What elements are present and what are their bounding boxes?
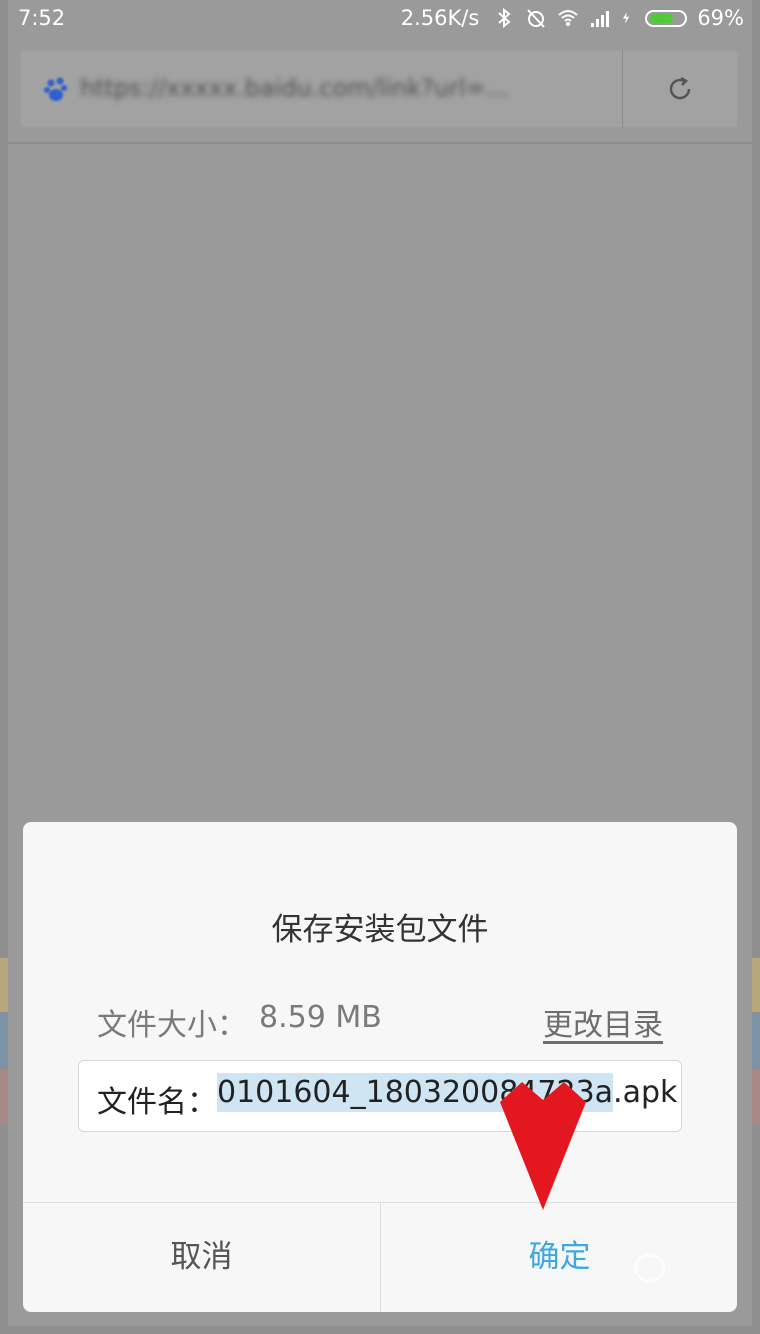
filename-label: 文件名： bbox=[97, 1085, 217, 1120]
red-arrow-annotation bbox=[500, 1082, 586, 1210]
alarm-off-icon bbox=[527, 9, 546, 28]
dialog-title: 保存安装包文件 bbox=[271, 912, 489, 948]
file-size-value: 8.59 MB bbox=[259, 1000, 382, 1035]
url-divider bbox=[622, 50, 623, 128]
bluetooth-icon bbox=[498, 7, 511, 29]
baidu-jingyan-watermark bbox=[634, 1253, 666, 1283]
cancel-button[interactable]: 取消 bbox=[23, 1203, 380, 1312]
status-icons: 2.56K/s 69% bbox=[401, 6, 744, 30]
side-tab-red bbox=[0, 1070, 8, 1124]
file-size-label: 文件大小： bbox=[97, 1008, 247, 1043]
battery-icon bbox=[645, 9, 688, 27]
change-directory-link[interactable]: 更改目录 bbox=[543, 1000, 663, 1044]
baidu-paw-icon bbox=[44, 77, 67, 101]
wifi-icon bbox=[558, 10, 578, 26]
screen: 7:52 2.56K/s 69% https://xxxxx.baidu.com… bbox=[0, 0, 760, 1334]
signal-icon bbox=[591, 11, 610, 27]
header-divider bbox=[8, 142, 752, 144]
reload-icon[interactable] bbox=[665, 74, 695, 104]
address-bar[interactable]: https://xxxxx.baidu.com/link?url=... bbox=[20, 50, 738, 128]
url-text[interactable]: https://xxxxx.baidu.com/link?url=... bbox=[80, 74, 600, 104]
side-tab-blue-right bbox=[752, 1014, 760, 1068]
status-time: 7:52 bbox=[18, 6, 66, 30]
filename-extension: .apk bbox=[613, 1075, 678, 1110]
charging-icon bbox=[623, 12, 630, 24]
side-tab-blue bbox=[0, 1014, 8, 1068]
filename-input[interactable]: 文件名： 0101604_180320084723a.apk bbox=[78, 1060, 682, 1132]
filename-value[interactable]: 0101604_180320084723a.apk bbox=[217, 1073, 678, 1112]
battery-percent: 69% bbox=[697, 6, 744, 30]
side-tab-yellow bbox=[0, 958, 8, 1012]
save-apk-dialog: 保存安装包文件 文件大小： 8.59 MB 更改目录 文件名： 0101604_… bbox=[23, 822, 737, 1312]
status-bar: 7:52 2.56K/s 69% bbox=[0, 0, 760, 38]
side-tab-red-right bbox=[752, 1070, 760, 1124]
side-tab-yellow-right bbox=[752, 958, 760, 1012]
network-speed: 2.56K/s bbox=[400, 6, 480, 30]
